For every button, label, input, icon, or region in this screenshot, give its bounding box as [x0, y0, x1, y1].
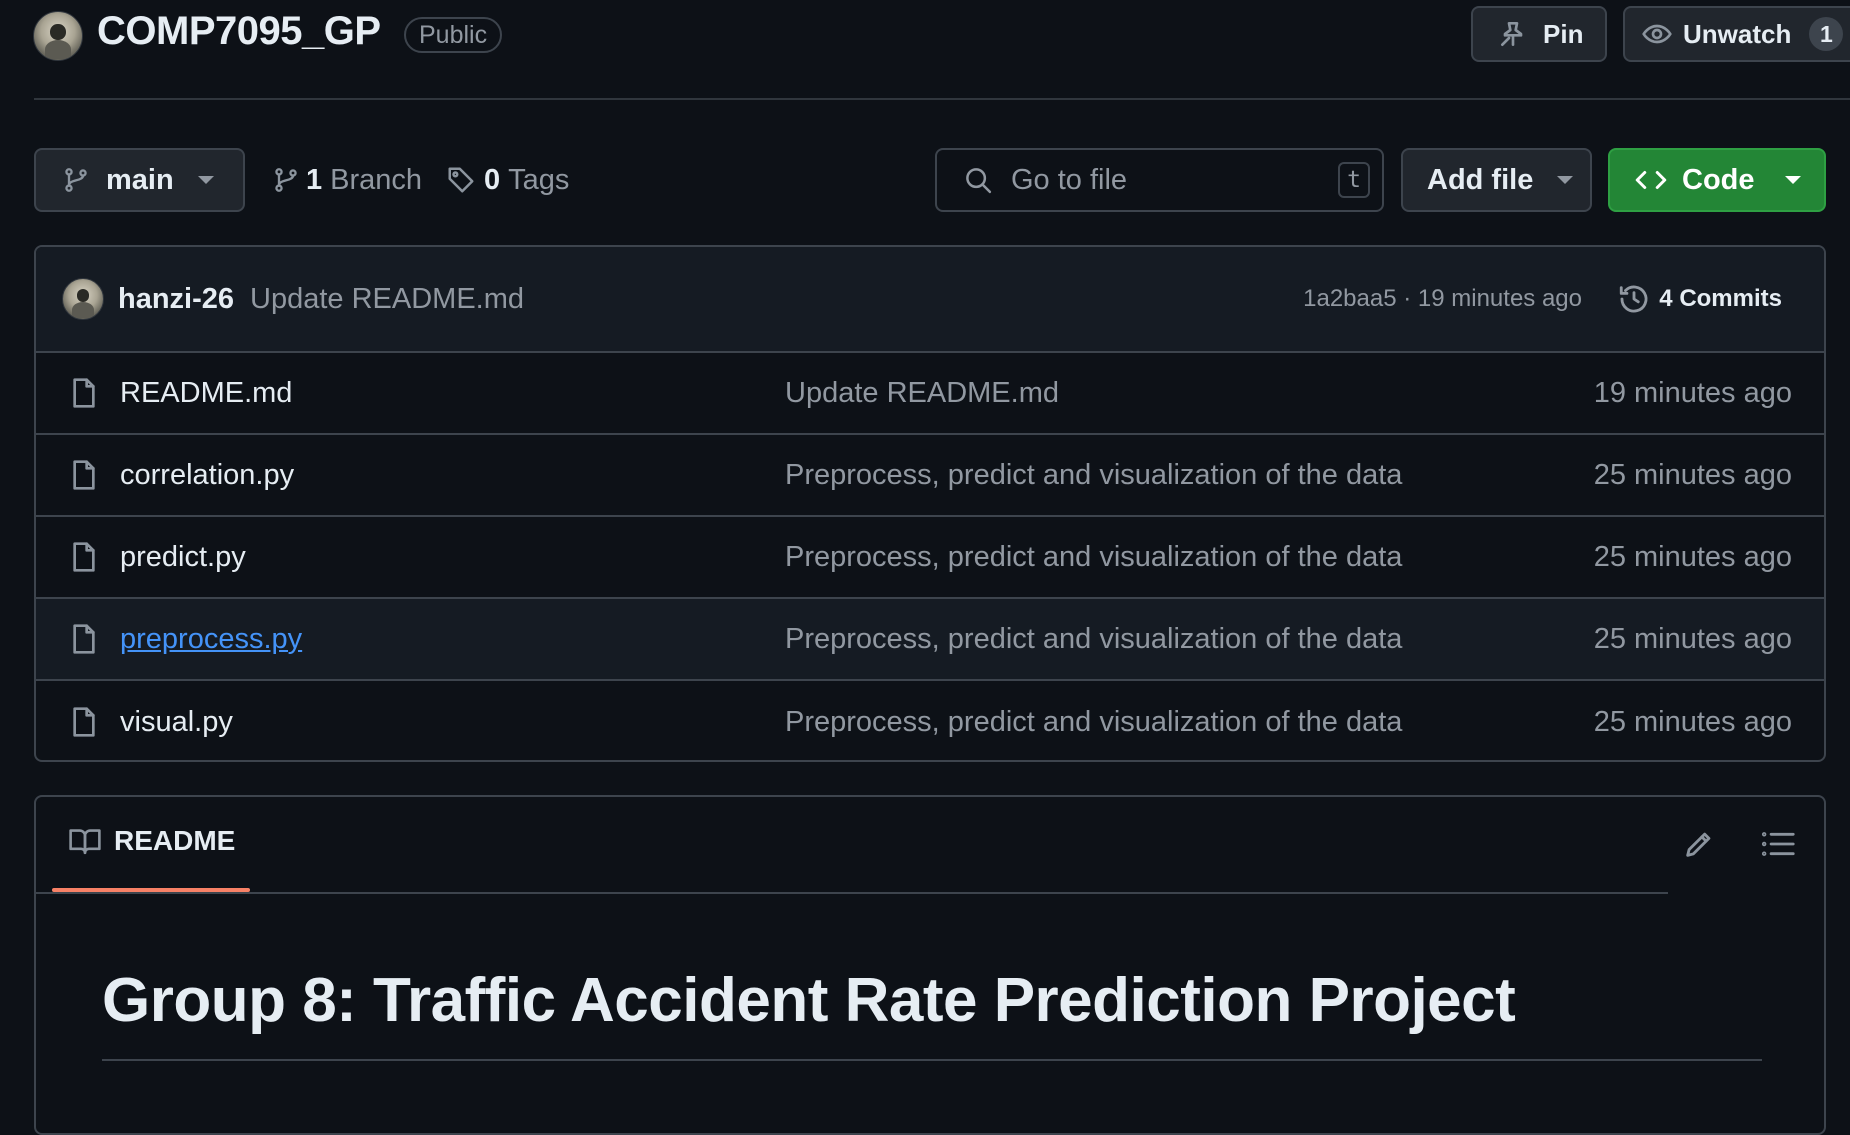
pin-icon	[1497, 18, 1529, 50]
file-commit-age: 25 minutes ago	[1593, 622, 1792, 655]
file-commit-age: 25 minutes ago	[1593, 705, 1792, 738]
visibility-badge: Public	[404, 17, 503, 53]
keyboard-shortcut-hint: t	[1338, 162, 1370, 198]
branch-name: main	[106, 163, 174, 196]
git-branch-icon	[272, 166, 300, 194]
branch-count: 1	[306, 163, 323, 196]
header-divider	[34, 98, 1850, 100]
file-icon	[70, 623, 98, 655]
file-name[interactable]: predict.py	[120, 541, 246, 574]
file-row[interactable]: visual.py Preprocess, predict and visual…	[36, 681, 1824, 760]
pin-label: Pin	[1543, 18, 1584, 49]
code-button[interactable]: Code	[1608, 148, 1826, 212]
file-row[interactable]: README.md Update README.md 19 minutes ag…	[36, 353, 1824, 435]
branches-link[interactable]: 1 Branch	[272, 160, 422, 200]
tag-label: Tags	[508, 163, 570, 196]
file-icon	[70, 459, 98, 491]
tag-count: 0	[484, 163, 501, 196]
pin-button[interactable]: Pin	[1471, 6, 1607, 62]
commits-link[interactable]: 4 Commits	[1617, 282, 1782, 316]
file-table: hanzi-26 Update README.md 1a2baa5 · 19 m…	[34, 245, 1826, 762]
file-commit-age: 25 minutes ago	[1593, 540, 1792, 573]
file-row[interactable]: correlation.py Preprocess, predict and v…	[36, 435, 1824, 517]
pencil-icon[interactable]	[1682, 827, 1716, 861]
commit-message[interactable]: Update README.md	[250, 283, 524, 316]
file-row[interactable]: predict.py Preprocess, predict and visua…	[36, 517, 1824, 599]
readme-tab-label: README	[114, 825, 236, 856]
owner-avatar[interactable]	[33, 11, 83, 61]
commit-author[interactable]: hanzi-26	[118, 283, 234, 316]
watch-counter: 1	[1809, 17, 1844, 51]
chevron-down-icon	[1784, 176, 1801, 184]
git-branch-icon	[62, 166, 90, 194]
file-commit-message[interactable]: Preprocess, predict and visualization of…	[785, 623, 1402, 656]
file-commit-message[interactable]: Preprocess, predict and visualization of…	[785, 706, 1402, 739]
file-commit-message[interactable]: Preprocess, predict and visualization of…	[785, 541, 1402, 574]
file-commit-age: 25 minutes ago	[1593, 458, 1792, 491]
file-commit-message[interactable]: Preprocess, predict and visualization of…	[785, 459, 1402, 492]
eye-icon	[1641, 18, 1673, 50]
tags-link[interactable]: 0 Tags	[446, 160, 569, 200]
file-name[interactable]: README.md	[120, 377, 292, 410]
file-name[interactable]: visual.py	[120, 706, 233, 739]
readme-panel: README Group 8: Traffic Accident Rate Pr…	[34, 795, 1826, 1135]
commits-label: 4 Commits	[1659, 285, 1782, 312]
unwatch-button[interactable]: Unwatch 1	[1623, 6, 1850, 62]
file-icon	[70, 541, 98, 573]
chevron-down-icon	[197, 176, 214, 184]
file-icon	[70, 706, 98, 738]
commit-author-avatar[interactable]	[62, 278, 104, 320]
tag-icon	[446, 165, 476, 195]
branch-selector[interactable]: main	[34, 148, 245, 212]
search-icon	[963, 165, 993, 195]
latest-commit-bar: hanzi-26 Update README.md 1a2baa5 · 19 m…	[36, 247, 1824, 353]
readme-title-rule	[102, 1059, 1762, 1061]
code-icon	[1634, 165, 1668, 195]
chevron-down-icon	[1557, 176, 1574, 184]
file-icon	[70, 377, 98, 409]
book-icon	[68, 826, 102, 856]
readme-header-divider	[36, 892, 1668, 894]
history-icon	[1617, 282, 1651, 316]
add-file-button[interactable]: Add file	[1401, 148, 1592, 212]
repo-name[interactable]: COMP7095_GP	[97, 9, 381, 54]
readme-tab[interactable]: README	[68, 825, 235, 857]
file-commit-message[interactable]: Update README.md	[785, 377, 1059, 410]
add-file-label: Add file	[1427, 163, 1534, 196]
go-to-file-input[interactable]: Go to file t	[935, 148, 1384, 212]
code-label: Code	[1682, 163, 1755, 196]
file-row[interactable]: preprocess.py Preprocess, predict and vi…	[36, 599, 1824, 681]
branch-label: Branch	[330, 163, 423, 196]
file-name[interactable]: correlation.py	[120, 459, 294, 492]
unwatch-label: Unwatch	[1683, 18, 1792, 49]
file-commit-age: 19 minutes ago	[1593, 376, 1792, 409]
list-icon[interactable]	[1760, 827, 1796, 861]
file-name[interactable]: preprocess.py	[120, 623, 302, 656]
search-placeholder: Go to file	[1011, 163, 1128, 196]
readme-title: Group 8: Traffic Accident Rate Predictio…	[102, 966, 1516, 1035]
commit-meta[interactable]: 1a2baa5 · 19 minutes ago	[1303, 285, 1582, 313]
